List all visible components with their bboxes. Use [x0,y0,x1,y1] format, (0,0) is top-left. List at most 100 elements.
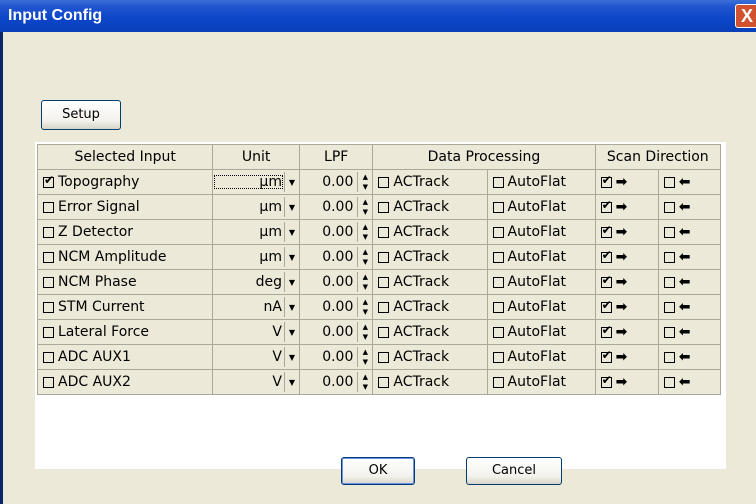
backward-scan-cell[interactable]: ⬅ [657,369,722,395]
spin-down-icon[interactable]: ▼ [358,207,372,217]
actrack-cell[interactable]: ACTrack [372,369,488,395]
forward-scan-checkbox[interactable] [600,298,612,313]
autoflat-checkbox[interactable] [492,251,504,263]
unit-cell[interactable]: µm ▼ [212,219,300,245]
unit-cell[interactable]: V ▼ [212,344,300,370]
select-input-checkbox[interactable] [43,226,54,238]
actrack-cell[interactable]: ACTrack [372,219,488,245]
selected-input-cell[interactable]: ADC AUX2 [36,369,214,395]
unit-cell[interactable]: µm ▼ [212,169,300,195]
actrack-checkbox[interactable] [378,301,390,313]
backward-scan-cell[interactable]: ⬅ [657,319,722,345]
lpf-input[interactable]: 0.00 [300,249,357,265]
ok-button[interactable]: OK [341,457,415,485]
forward-scan-checkbox[interactable] [600,373,612,388]
select-input-checkbox[interactable] [43,376,54,388]
select-input-checkbox[interactable] [43,276,54,288]
autoflat-checkbox[interactable] [492,376,504,388]
spin-up-icon[interactable]: ▲ [358,372,372,382]
unit-select-value[interactable]: V [213,349,284,365]
autoflat-cell[interactable]: AutoFlat [486,294,596,320]
forward-scan-cell[interactable]: ➡ [594,369,659,395]
actrack-cell[interactable]: ACTrack [372,269,488,295]
select-input-checkbox[interactable] [43,251,54,263]
forward-scan-checkbox[interactable] [600,248,612,263]
chevron-down-icon[interactable]: ▼ [283,247,299,267]
autoflat-checkbox[interactable] [492,276,504,288]
select-input-checkbox[interactable] [43,173,54,188]
actrack-cell[interactable]: ACTrack [372,294,488,320]
backward-scan-cell[interactable]: ⬅ [657,344,722,370]
actrack-cell[interactable]: ACTrack [372,244,488,270]
unit-select-value[interactable]: deg [213,274,284,290]
forward-scan-checkbox[interactable] [600,323,612,338]
spin-up-icon[interactable]: ▲ [358,222,372,232]
unit-cell[interactable]: V ▼ [212,369,300,395]
lpf-cell[interactable]: 0.00 ▲ ▼ [298,369,374,395]
spinner-icon[interactable]: ▲ ▼ [357,272,372,292]
actrack-cell[interactable]: ACTrack [372,344,488,370]
lpf-input[interactable]: 0.00 [300,374,357,390]
lpf-input[interactable]: 0.00 [300,274,357,290]
lpf-cell[interactable]: 0.00 ▲ ▼ [298,219,374,245]
backward-scan-checkbox[interactable] [663,301,675,313]
autoflat-checkbox[interactable] [492,301,504,313]
cancel-button[interactable]: Cancel [466,457,562,485]
actrack-checkbox[interactable] [378,326,390,338]
spin-down-icon[interactable]: ▼ [358,282,372,292]
backward-scan-checkbox[interactable] [663,326,675,338]
backward-scan-checkbox[interactable] [663,376,675,388]
actrack-checkbox[interactable] [378,376,390,388]
lpf-cell[interactable]: 0.00 ▲ ▼ [298,344,374,370]
backward-scan-checkbox[interactable] [663,351,675,363]
backward-scan-cell[interactable]: ⬅ [657,269,722,295]
lpf-input[interactable]: 0.00 [300,174,357,190]
chevron-down-icon[interactable]: ▼ [283,372,299,392]
forward-scan-checkbox[interactable] [600,173,612,188]
autoflat-cell[interactable]: AutoFlat [486,344,596,370]
lpf-input[interactable]: 0.00 [300,324,357,340]
lpf-input[interactable]: 0.00 [300,299,357,315]
chevron-down-icon[interactable]: ▼ [283,322,299,342]
selected-input-cell[interactable]: Z Detector [36,219,214,245]
spin-down-icon[interactable]: ▼ [358,332,372,342]
forward-scan-checkbox[interactable] [600,273,612,288]
unit-select-value[interactable]: V [213,324,284,340]
spinner-icon[interactable]: ▲ ▼ [357,197,372,217]
selected-input-cell[interactable]: STM Current [36,294,214,320]
spinner-icon[interactable]: ▲ ▼ [357,172,372,192]
spin-up-icon[interactable]: ▲ [358,347,372,357]
spin-up-icon[interactable]: ▲ [358,297,372,307]
backward-scan-checkbox[interactable] [663,176,675,188]
actrack-checkbox[interactable] [378,226,390,238]
spin-down-icon[interactable]: ▼ [358,182,372,192]
spin-down-icon[interactable]: ▼ [358,232,372,242]
lpf-cell[interactable]: 0.00 ▲ ▼ [298,294,374,320]
forward-scan-checkbox[interactable] [600,348,612,363]
spinner-icon[interactable]: ▲ ▼ [357,222,372,242]
select-input-checkbox[interactable] [43,301,54,313]
actrack-checkbox[interactable] [378,351,390,363]
forward-scan-checkbox[interactable] [600,198,612,213]
spin-down-icon[interactable]: ▼ [358,357,372,367]
forward-scan-cell[interactable]: ➡ [594,319,659,345]
spin-down-icon[interactable]: ▼ [358,257,372,267]
forward-scan-cell[interactable]: ➡ [594,244,659,270]
autoflat-checkbox[interactable] [492,176,504,188]
selected-input-cell[interactable]: Topography [36,169,214,195]
lpf-input[interactable]: 0.00 [300,224,357,240]
unit-cell[interactable]: µm ▼ [212,244,300,270]
spin-up-icon[interactable]: ▲ [358,172,372,182]
spin-down-icon[interactable]: ▼ [358,307,372,317]
chevron-down-icon[interactable]: ▼ [283,347,299,367]
backward-scan-cell[interactable]: ⬅ [657,219,722,245]
backward-scan-checkbox[interactable] [663,226,675,238]
backward-scan-checkbox[interactable] [663,201,675,213]
unit-select-value[interactable]: µm [213,249,284,265]
autoflat-checkbox[interactable] [492,326,504,338]
title-bar[interactable]: Input Config X [0,0,756,32]
lpf-cell[interactable]: 0.00 ▲ ▼ [298,244,374,270]
selected-input-cell[interactable]: Lateral Force [36,319,214,345]
autoflat-cell[interactable]: AutoFlat [486,319,596,345]
lpf-input[interactable]: 0.00 [300,349,357,365]
